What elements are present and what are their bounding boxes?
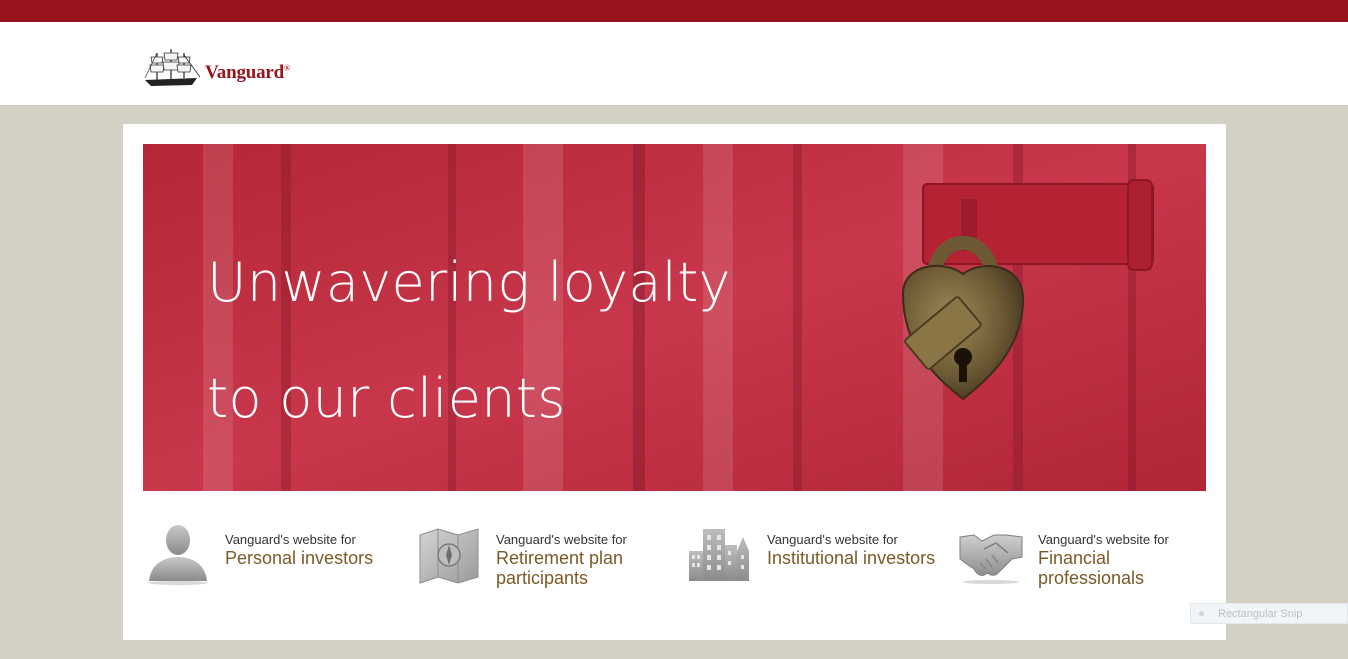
snip-icon: [1199, 611, 1204, 616]
audience-links: Vanguard's website for Personal investor…: [143, 509, 1206, 609]
retirement-plan-participants-link[interactable]: Vanguard's website for Retirement plan p…: [414, 509, 674, 589]
institutional-investors-link[interactable]: Vanguard's website for Institutional inv…: [685, 509, 945, 589]
logo-wordmark: Vanguard®: [205, 62, 290, 83]
snip-label: Rectangular Snip: [1218, 607, 1303, 620]
financial-professionals-link[interactable]: Vanguard's website for Financial profess…: [956, 509, 1216, 589]
buildings-icon: [689, 529, 749, 581]
link-prefix: Vanguard's website for: [1038, 532, 1169, 547]
personal-investors-link[interactable]: Vanguard's website for Personal investor…: [143, 509, 403, 589]
vanguard-logo[interactable]: Vanguard®: [143, 46, 303, 90]
hero-title: Unwavering loyalty to our clients: [207, 251, 731, 430]
site-header: Vanguard®: [0, 22, 1348, 105]
link-prefix: Vanguard's website for: [496, 532, 627, 547]
map-compass-icon: [419, 528, 479, 584]
top-brand-bar: [0, 0, 1348, 22]
link-label: Personal investors: [225, 548, 374, 568]
handshake-icon: [959, 534, 1023, 584]
hero-banner: Unwavering loyalty to our clients: [143, 144, 1206, 491]
rectangular-snip-tooltip[interactable]: Rectangular Snip: [1190, 603, 1348, 624]
link-label: Retirement plan participants: [496, 548, 624, 588]
ship-icon: [144, 49, 201, 86]
main-panel: Unwavering loyalty to our clients Vangua…: [123, 124, 1226, 640]
link-prefix: Vanguard's website for: [767, 532, 898, 547]
link-prefix: Vanguard's website for: [225, 532, 356, 547]
link-label: Financial professionals: [1038, 548, 1145, 588]
link-label: Institutional investors: [767, 548, 936, 568]
person-icon: [148, 525, 208, 585]
